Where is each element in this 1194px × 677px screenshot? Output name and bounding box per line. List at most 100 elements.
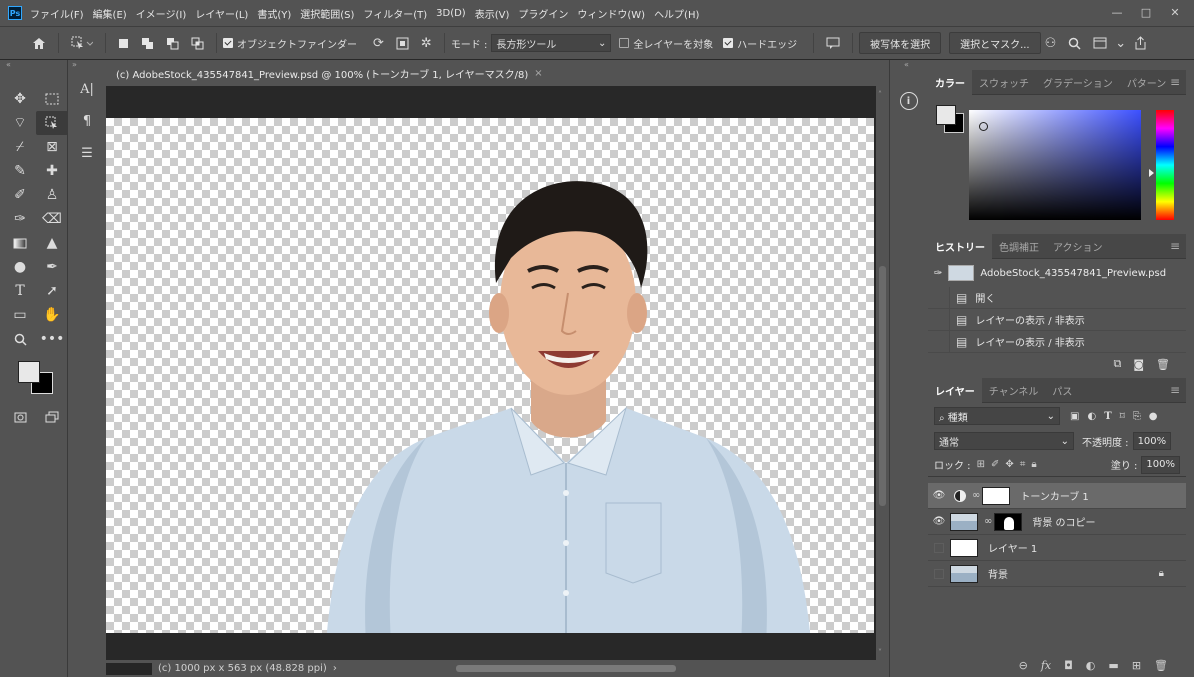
lasso-tool-icon[interactable]: ⌔ (4, 111, 36, 135)
new-layer-icon[interactable]: ⊞ (1132, 659, 1141, 672)
blur-tool-icon[interactable]: ▲ (36, 231, 68, 255)
zoom-tool-icon[interactable] (4, 327, 36, 351)
tab-layers[interactable]: レイヤー (928, 377, 982, 403)
history-source-cell[interactable] (928, 330, 950, 353)
rectangle-tool-icon[interactable]: ▭ (4, 303, 36, 327)
screen-mode-icon[interactable] (36, 405, 68, 429)
tab-channels[interactable]: チャンネル (982, 378, 1046, 403)
tab-paths[interactable]: パス (1045, 378, 1079, 403)
history-state[interactable]: ▤ レイヤーの表示 / 非表示 (928, 308, 1186, 331)
type-tool-icon[interactable]: T (4, 279, 36, 303)
scroll-down-icon[interactable]: ˅ (878, 648, 882, 657)
tab-gradients[interactable]: グラデーション (1036, 70, 1120, 95)
smart-object-filter-icon[interactable]: ⎘ (1133, 411, 1141, 422)
eraser-tool-icon[interactable]: ⌫ (36, 207, 68, 231)
layer-row[interactable]: 👁︎ ∞ 背景 のコピー (928, 509, 1186, 535)
link-icon[interactable]: ∞ (984, 516, 992, 527)
layer-row[interactable]: 👁︎ ∞ トーンカーブ 1 (928, 483, 1186, 509)
all-layers-checkbox[interactable]: 全レイヤーを対象 (619, 36, 713, 51)
comment-icon[interactable] (826, 37, 840, 50)
hue-slider-marker[interactable] (1149, 169, 1154, 177)
tab-swatches[interactable]: スウォッチ (972, 70, 1036, 95)
frame-tool-icon[interactable]: ⊠ (36, 135, 68, 159)
lock-position-icon[interactable]: ✥ (1005, 459, 1013, 470)
new-document-from-state-icon[interactable]: ⧉ (1113, 357, 1121, 371)
hard-edge-checkbox[interactable]: ハードエッジ (723, 36, 797, 51)
tab-adjustments[interactable]: 色調補正 (992, 234, 1046, 259)
document-tab[interactable]: (c) AdobeStock_435547841_Preview.psd @ 1… (106, 60, 553, 86)
new-adjustment-layer-icon[interactable]: ◐ (1086, 659, 1096, 672)
panel-menu-icon[interactable]: ≡ (1170, 239, 1180, 253)
lock-all-icon[interactable]: 🔒︎ (1031, 459, 1036, 470)
image-canvas[interactable] (106, 118, 874, 633)
paragraph-panel-icon[interactable]: ¶ (72, 108, 102, 134)
more-tools-icon[interactable]: ••• (36, 327, 68, 351)
intersect-selection-icon[interactable] (191, 37, 204, 50)
tab-history[interactable]: ヒストリー (928, 233, 992, 259)
fx-icon[interactable]: fx (1041, 659, 1051, 672)
move-tool-icon[interactable]: ✥ (4, 87, 36, 111)
panel-menu-icon[interactable]: ≡ (1170, 383, 1180, 397)
type-layer-filter-icon[interactable]: T (1104, 411, 1111, 422)
mode-select[interactable]: 長方形ツール ⌄ (491, 34, 612, 52)
zoom-level-box[interactable] (106, 662, 152, 675)
menu-layer[interactable]: レイヤー(L) (195, 6, 248, 21)
refresh-icon[interactable]: ⟳ (373, 36, 384, 51)
filter-toggle-icon[interactable]: ● (1149, 411, 1158, 422)
adjustment-layer-filter-icon[interactable]: ◐ (1087, 411, 1096, 422)
history-state[interactable]: ▤ レイヤーの表示 / 非表示 (928, 330, 1186, 353)
color-picker-cursor[interactable] (979, 122, 988, 131)
trash-icon[interactable]: 🗑 (1156, 358, 1170, 371)
saturation-brightness-field[interactable] (969, 110, 1141, 220)
tab-color[interactable]: カラー (928, 69, 972, 95)
layer-thumbnail[interactable] (950, 538, 978, 557)
panel-menu-icon[interactable]: ≡ (1170, 75, 1180, 89)
layer-mask-thumbnail[interactable] (982, 486, 1011, 505)
menu-help[interactable]: ヘルプ(H) (654, 6, 699, 21)
layer-row[interactable]: 背景 🔒︎ (928, 561, 1186, 587)
visibility-toggle[interactable] (934, 542, 944, 553)
show-all-objects-icon[interactable] (396, 37, 409, 50)
healing-brush-tool-icon[interactable]: ✚ (36, 159, 68, 183)
history-source-cell[interactable] (928, 286, 950, 309)
foreground-color-swatch[interactable] (18, 361, 40, 383)
horizontal-scroll-thumb[interactable] (456, 665, 676, 672)
new-selection-icon[interactable] (118, 38, 129, 49)
object-selection-tool-icon[interactable] (36, 111, 68, 135)
scroll-up-icon[interactable]: ˄ (878, 90, 882, 99)
info-icon[interactable]: i (899, 92, 918, 110)
tab-actions[interactable]: アクション (1046, 234, 1110, 259)
hand-tool-icon[interactable]: ✋ (36, 303, 68, 327)
chevron-down-icon[interactable]: ⌄ (1115, 36, 1126, 51)
shape-layer-filter-icon[interactable]: ⌑ (1120, 411, 1125, 422)
menu-edit[interactable]: 編集(E) (93, 6, 127, 21)
horizontal-scrollbar[interactable] (336, 665, 856, 673)
tab-patterns[interactable]: パターン (1120, 70, 1174, 95)
search-icon[interactable] (1068, 37, 1081, 50)
link-icon[interactable]: ∞ (972, 490, 980, 501)
opacity-input[interactable]: 100% (1132, 432, 1172, 450)
maximize-button[interactable]: □ (1133, 3, 1159, 21)
brush-tool-icon[interactable]: ✐ (4, 183, 36, 207)
fill-input[interactable]: 100% (1141, 455, 1180, 474)
add-to-selection-icon[interactable] (141, 37, 154, 50)
menu-type[interactable]: 書式(Y) (257, 6, 291, 21)
quick-mask-icon[interactable] (4, 405, 36, 429)
add-mask-icon[interactable]: ◘ (1064, 659, 1073, 672)
menu-filter[interactable]: フィルター(T) (363, 6, 427, 21)
layer-thumbnail[interactable] (950, 564, 978, 583)
close-tab-icon[interactable]: × (534, 68, 542, 79)
subtract-from-selection-icon[interactable] (166, 37, 179, 50)
layer-mask-thumbnail[interactable] (994, 512, 1023, 531)
hue-slider[interactable] (1156, 110, 1174, 220)
menu-file[interactable]: ファイル(F) (30, 6, 84, 21)
marquee-tool-icon[interactable] (36, 87, 68, 111)
menu-select[interactable]: 選択範囲(S) (300, 6, 354, 21)
home-icon[interactable] (32, 37, 46, 50)
lock-icon[interactable]: 🔒︎ (1159, 568, 1164, 579)
pixel-layer-filter-icon[interactable]: ▣ (1070, 411, 1079, 422)
dodge-tool-icon[interactable]: ● (4, 255, 36, 279)
eyedropper-tool-icon[interactable]: ✎ (4, 159, 36, 183)
select-subject-button[interactable]: 被写体を選択 (859, 32, 942, 54)
link-layers-icon[interactable]: ⊖ (1019, 659, 1028, 672)
